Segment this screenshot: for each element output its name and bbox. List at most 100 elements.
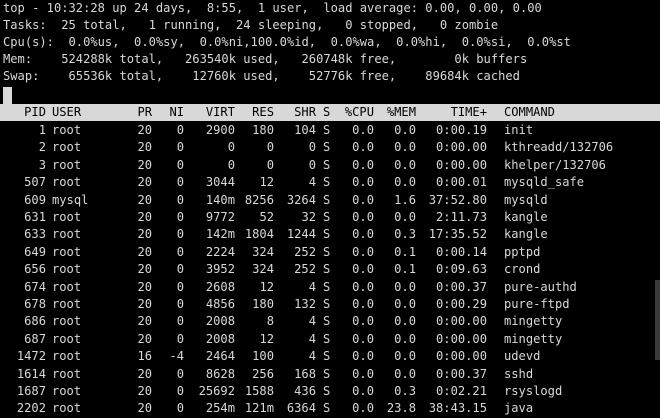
pid-cell: 1614 xyxy=(16,366,46,381)
user-cell: root xyxy=(52,262,82,277)
pid-cell: 656 xyxy=(24,262,46,277)
ni-cell: 0 xyxy=(176,262,184,277)
ni-cell: 0 xyxy=(176,244,184,259)
pr-cell: 20 xyxy=(137,314,152,329)
process-row: 1472 root 16 -4 2464 100 4 S 0.0 0.0 0:00.00 udevd xyxy=(0,348,660,365)
shr-cell: 4 xyxy=(308,279,316,294)
column-state: S xyxy=(323,105,331,119)
user-cell: root xyxy=(52,123,82,137)
process-row: 2 root 20 0 0 0 0 S 0.0 0.0 0:00.00 kthreadd/132706 xyxy=(0,139,660,156)
virt-cell: 2900 xyxy=(205,123,235,137)
time-cell: 0:00.00 xyxy=(436,349,487,364)
pr-cell: 20 xyxy=(137,244,152,259)
process-row: 674 root 20 0 2608 12 4 S 0.0 0.0 0:00.37 pure-auth… xyxy=(0,279,660,296)
state-cell: S xyxy=(323,331,331,346)
pr-cell: 20 xyxy=(137,123,152,137)
process-row: 687 root 20 0 2008 12 4 S 0.0 0.0 0:00.00 mingetty xyxy=(0,331,660,348)
pid-cell: 633 xyxy=(24,227,46,242)
mem-cell: 0.0 xyxy=(394,175,416,190)
res-cell: 324 xyxy=(252,262,274,277)
column-time: TIME+ xyxy=(450,105,487,119)
ni-cell: 0 xyxy=(176,297,184,311)
time-cell: 0:09.63 xyxy=(436,262,487,277)
pr-cell: 20 xyxy=(137,297,152,311)
command-cell: crond xyxy=(504,262,541,277)
command-cell: init xyxy=(504,123,534,137)
ni-cell: 0 xyxy=(176,384,184,398)
virt-cell: 3044 xyxy=(205,175,235,190)
shr-cell: 0 xyxy=(308,157,316,172)
process-row: 631 root 20 0 9772 52 32 S 0.0 0.0 2:11.73 kangle xyxy=(0,209,660,226)
command-cell: mysqld_safe xyxy=(504,175,585,190)
process-row: 633 root 20 0 142m 1804 1244 S 0.0 0.3 17:35.52 kan… xyxy=(0,226,660,243)
state-cell: S xyxy=(323,366,331,381)
ni-cell: 0 xyxy=(176,366,184,381)
shr-cell: 0 xyxy=(308,140,316,155)
virt-cell: 4856 xyxy=(205,297,235,311)
user-cell: root xyxy=(52,314,82,329)
shr-cell: 4 xyxy=(308,331,316,346)
pid-cell: 609 xyxy=(24,192,46,207)
column-virt: VIRT xyxy=(205,105,235,119)
process-row: 1 root 20 0 2900 180 104 S 0.0 0.0 0:00.19 init xyxy=(0,122,660,139)
res-cell: 1804 xyxy=(244,227,274,242)
mem-cell: 0.0 xyxy=(394,366,416,381)
user-cell: root xyxy=(52,349,82,364)
res-cell: 180 xyxy=(252,123,274,137)
state-cell: S xyxy=(323,244,331,259)
cpu-cell: 0.0 xyxy=(352,279,374,294)
mem-cell: 0.0 xyxy=(394,279,416,294)
res-cell: 12 xyxy=(259,331,274,346)
mem-cell: 0.1 xyxy=(394,244,416,259)
time-cell: 0:00.00 xyxy=(436,140,487,155)
cpu-cell: 0.0 xyxy=(352,210,374,224)
time-cell: 17:35.52 xyxy=(428,227,487,242)
process-row: 507 root 20 0 3044 12 4 S 0.0 0.0 0:00.01 mysqld_sa… xyxy=(0,174,660,191)
virt-cell: 2464 xyxy=(205,349,235,364)
mem-cell: 0.0 xyxy=(394,297,416,311)
pr-cell: 16 xyxy=(137,349,152,364)
pid-cell: 674 xyxy=(24,279,46,294)
state-cell: S xyxy=(323,262,331,277)
mem-cell: 0.0 xyxy=(394,210,416,224)
command-cell: mingetty xyxy=(504,331,563,346)
pr-cell: 20 xyxy=(137,227,152,242)
user-cell: root xyxy=(52,210,82,224)
ni-cell: 0 xyxy=(176,227,184,242)
res-cell: 1588 xyxy=(244,384,274,398)
res-cell: 52 xyxy=(259,210,274,224)
shr-cell: 3264 xyxy=(286,192,316,207)
mem-cell: 0.3 xyxy=(394,384,416,398)
process-row: 686 root 20 0 2008 8 4 S 0.0 0.0 0:00.00 mingetty xyxy=(0,313,660,330)
command-cell: sshd xyxy=(504,366,534,381)
user-cell: root xyxy=(52,157,82,172)
process-row: 649 root 20 0 2224 324 252 S 0.0 0.1 0:00.14 pptpd xyxy=(0,244,660,261)
res-cell: 12 xyxy=(259,175,274,190)
ni-cell: 0 xyxy=(176,314,184,329)
cpu-cell: 0.0 xyxy=(352,123,374,137)
state-cell: S xyxy=(323,314,331,329)
cpu-cell: 0.0 xyxy=(352,227,374,242)
mem-cell: 0.0 xyxy=(394,157,416,172)
mem-cell: 0.1 xyxy=(394,262,416,277)
process-table-header: PID USER PR NI VIRT RES SHR S %CPU %MEM … xyxy=(0,104,660,121)
column-user: USER xyxy=(52,105,82,119)
pr-cell: 20 xyxy=(137,175,152,190)
state-cell: S xyxy=(323,210,331,224)
cpu-cell: 0.0 xyxy=(352,192,374,207)
virt-cell: 8628 xyxy=(205,366,235,381)
time-cell: 0:00.19 xyxy=(436,123,487,137)
column-shr: SHR xyxy=(294,105,316,119)
column-pid: PID xyxy=(24,105,46,119)
cpu-cell: 0.0 xyxy=(352,157,374,172)
ni-cell: 0 xyxy=(176,157,184,172)
column-cpu: %CPU xyxy=(344,105,374,119)
time-cell: 0:00.01 xyxy=(436,175,487,190)
column-ni: NI xyxy=(169,105,184,119)
virt-cell: 142m xyxy=(205,227,235,242)
virt-cell: 2608 xyxy=(205,279,235,294)
command-cell: rsyslogd xyxy=(504,384,563,398)
terminal-window[interactable]: top - 10:32:28 up 24 days, 8:55, 1 user,… xyxy=(0,0,660,415)
virt-cell: 2008 xyxy=(205,314,235,329)
pid-cell: 649 xyxy=(24,244,46,259)
